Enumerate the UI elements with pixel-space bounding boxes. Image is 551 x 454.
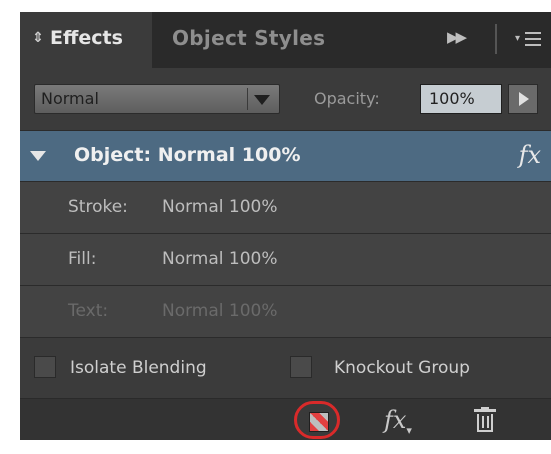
- stroke-value: Normal 100%: [162, 197, 278, 217]
- panel-tab-bar: ⇕ Effects Object Styles ▶▶ ▾: [20, 12, 551, 68]
- tab-effects-label: Effects: [50, 27, 123, 49]
- object-row[interactable]: Object: Normal 100% fx: [20, 130, 551, 182]
- fx-icon[interactable]: fx: [519, 131, 541, 179]
- stroke-row[interactable]: Stroke: Normal 100%: [20, 182, 551, 234]
- stroke-label: Stroke:: [68, 197, 128, 217]
- text-value: Normal 100%: [162, 301, 278, 321]
- fx-icon: fx: [384, 406, 407, 434]
- panel-menu-icon[interactable]: ▾: [515, 26, 543, 52]
- knockout-group-checkbox[interactable]: [290, 356, 312, 378]
- panel-controls: ▶▶ ▾: [431, 12, 551, 68]
- knockout-group-label: Knockout Group: [334, 358, 470, 378]
- tab-object-styles[interactable]: Object Styles: [172, 12, 325, 68]
- blend-row: Normal Opacity: 100%: [20, 68, 551, 130]
- play-arrow-icon: [519, 92, 529, 106]
- collapse-panel-icon[interactable]: ▶▶: [447, 28, 473, 46]
- select-divider: [247, 88, 248, 110]
- isolate-blending-label: Isolate Blending: [70, 358, 207, 378]
- blend-mode-value: Normal: [41, 89, 99, 108]
- isolate-blending-checkbox[interactable]: [34, 356, 56, 378]
- object-label: Object: Normal 100%: [74, 144, 301, 166]
- text-row[interactable]: Text: Normal 100%: [20, 286, 551, 338]
- opacity-slider-button[interactable]: [508, 84, 538, 114]
- updown-arrows-icon: ⇕: [32, 30, 44, 46]
- fill-label: Fill:: [68, 249, 97, 269]
- fill-value: Normal 100%: [162, 249, 278, 269]
- trash-icon[interactable]: [474, 407, 496, 433]
- clear-effects-button[interactable]: [294, 401, 340, 439]
- opacity-label: Opacity:: [314, 89, 380, 108]
- add-effect-button[interactable]: fx▾: [384, 403, 412, 440]
- blending-options-row: Isolate Blending Knockout Group: [20, 338, 551, 398]
- fill-row[interactable]: Fill: Normal 100%: [20, 234, 551, 286]
- tab-effects[interactable]: ⇕ Effects: [20, 12, 152, 68]
- dropdown-caret-icon: ▾: [406, 423, 412, 437]
- opacity-input[interactable]: 100%: [420, 84, 502, 114]
- disclosure-triangle-icon[interactable]: [30, 151, 46, 161]
- effects-panel: ⇕ Effects Object Styles ▶▶ ▾ Normal Opac…: [20, 12, 551, 440]
- blend-mode-select[interactable]: Normal: [34, 84, 280, 114]
- text-label: Text:: [68, 301, 109, 321]
- panel-footer-toolbar: fx▾: [20, 398, 551, 440]
- toolbar-divider: [495, 24, 497, 54]
- chevron-down-icon: [254, 95, 270, 105]
- clear-effects-icon: [309, 412, 329, 432]
